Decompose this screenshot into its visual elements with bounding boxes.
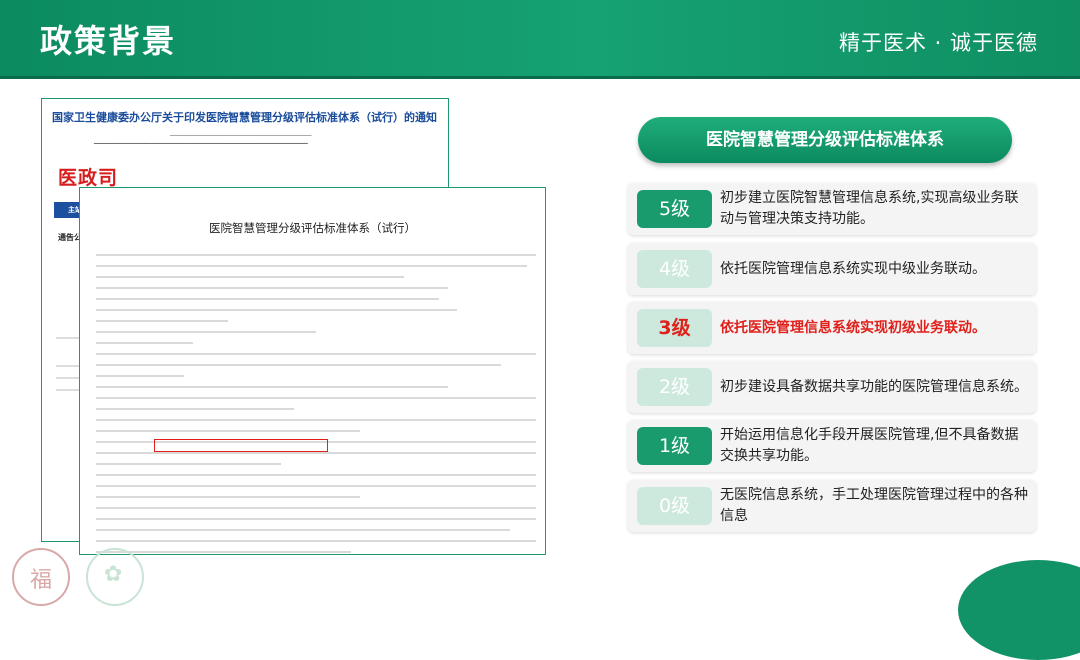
level-badge: 0级 xyxy=(637,487,712,525)
level-description: 初步建设具备数据共享功能的医院管理信息系统。 xyxy=(720,378,1028,395)
standard-title-pill: 医院智慧管理分级评估标准体系 xyxy=(638,117,1012,163)
page-title: 政策背景 xyxy=(40,22,177,60)
header-bar: 政策背景 精于医术 · 诚于医德 xyxy=(0,0,1080,79)
level-row-0: 0级 无医院信息系统，手工处理医院管理过程中的各种信息 xyxy=(628,480,1036,532)
level-badge: 2级 xyxy=(637,368,712,406)
highlight-box xyxy=(154,439,328,452)
level-description: 开始运用信息化手段开展医院管理,但不具备数据交换共享功能。 xyxy=(720,427,1019,464)
header-divider xyxy=(0,76,1080,79)
level-row-3: 3级 依托医院管理信息系统实现初级业务联动。 xyxy=(628,302,1036,354)
level-row-2: 2级 初步建设具备数据共享功能的医院管理信息系统。 xyxy=(628,361,1036,413)
level-row-1: 1级 开始运用信息化手段开展医院管理,但不具备数据交换共享功能。 xyxy=(628,420,1036,472)
university-seal-icon: 福 xyxy=(12,548,70,606)
level-description: 无医院信息系统，手工处理医院管理过程中的各种信息 xyxy=(720,487,1028,524)
level-badge: 5级 xyxy=(637,190,712,228)
level-row-4: 4级 依托医院管理信息系统实现中级业务联动。 xyxy=(628,243,1036,295)
header-slogan: 精于医术 · 诚于医德 xyxy=(838,31,1038,55)
department-logo: 医政司 xyxy=(58,167,119,189)
standard-document-image: 医院智慧管理分级评估标准体系（试行） xyxy=(79,187,546,555)
notice-heading: 国家卫生健康委办公厅关于印发医院智慧管理分级评估标准体系（试行）的通知 xyxy=(52,111,437,124)
notice-meta-line: ━━━━━━━━━━━━━━━━━━━━━━━━━━━━━━━━━━━━━━━━… xyxy=(170,133,312,139)
document-body-text xyxy=(96,254,536,554)
notice-nav-line: ━━━━━━━━━━━━━━━━━━━━━━━━━━━━━━━━━━━━━━━━… xyxy=(94,141,308,147)
level-row-5: 5级 初步建立医院智慧管理信息系统,实现高级业务联动与管理决策支持功能。 xyxy=(628,183,1036,235)
level-badge: 3级 xyxy=(637,309,712,347)
standard-document-title: 医院智慧管理分级评估标准体系（试行） xyxy=(209,221,416,235)
level-description: 依托医院管理信息系统实现中级业务联动。 xyxy=(720,260,986,277)
level-description: 依托医院管理信息系统实现初级业务联动。 xyxy=(720,319,986,336)
level-badge: 4级 xyxy=(637,250,712,288)
level-badge: 1级 xyxy=(637,427,712,465)
level-description: 初步建立医院智慧管理信息系统,实现高级业务联动与管理决策支持功能。 xyxy=(720,190,1019,227)
corner-decoration xyxy=(958,560,1080,660)
hospital-seal-icon: ✿ xyxy=(86,548,144,606)
